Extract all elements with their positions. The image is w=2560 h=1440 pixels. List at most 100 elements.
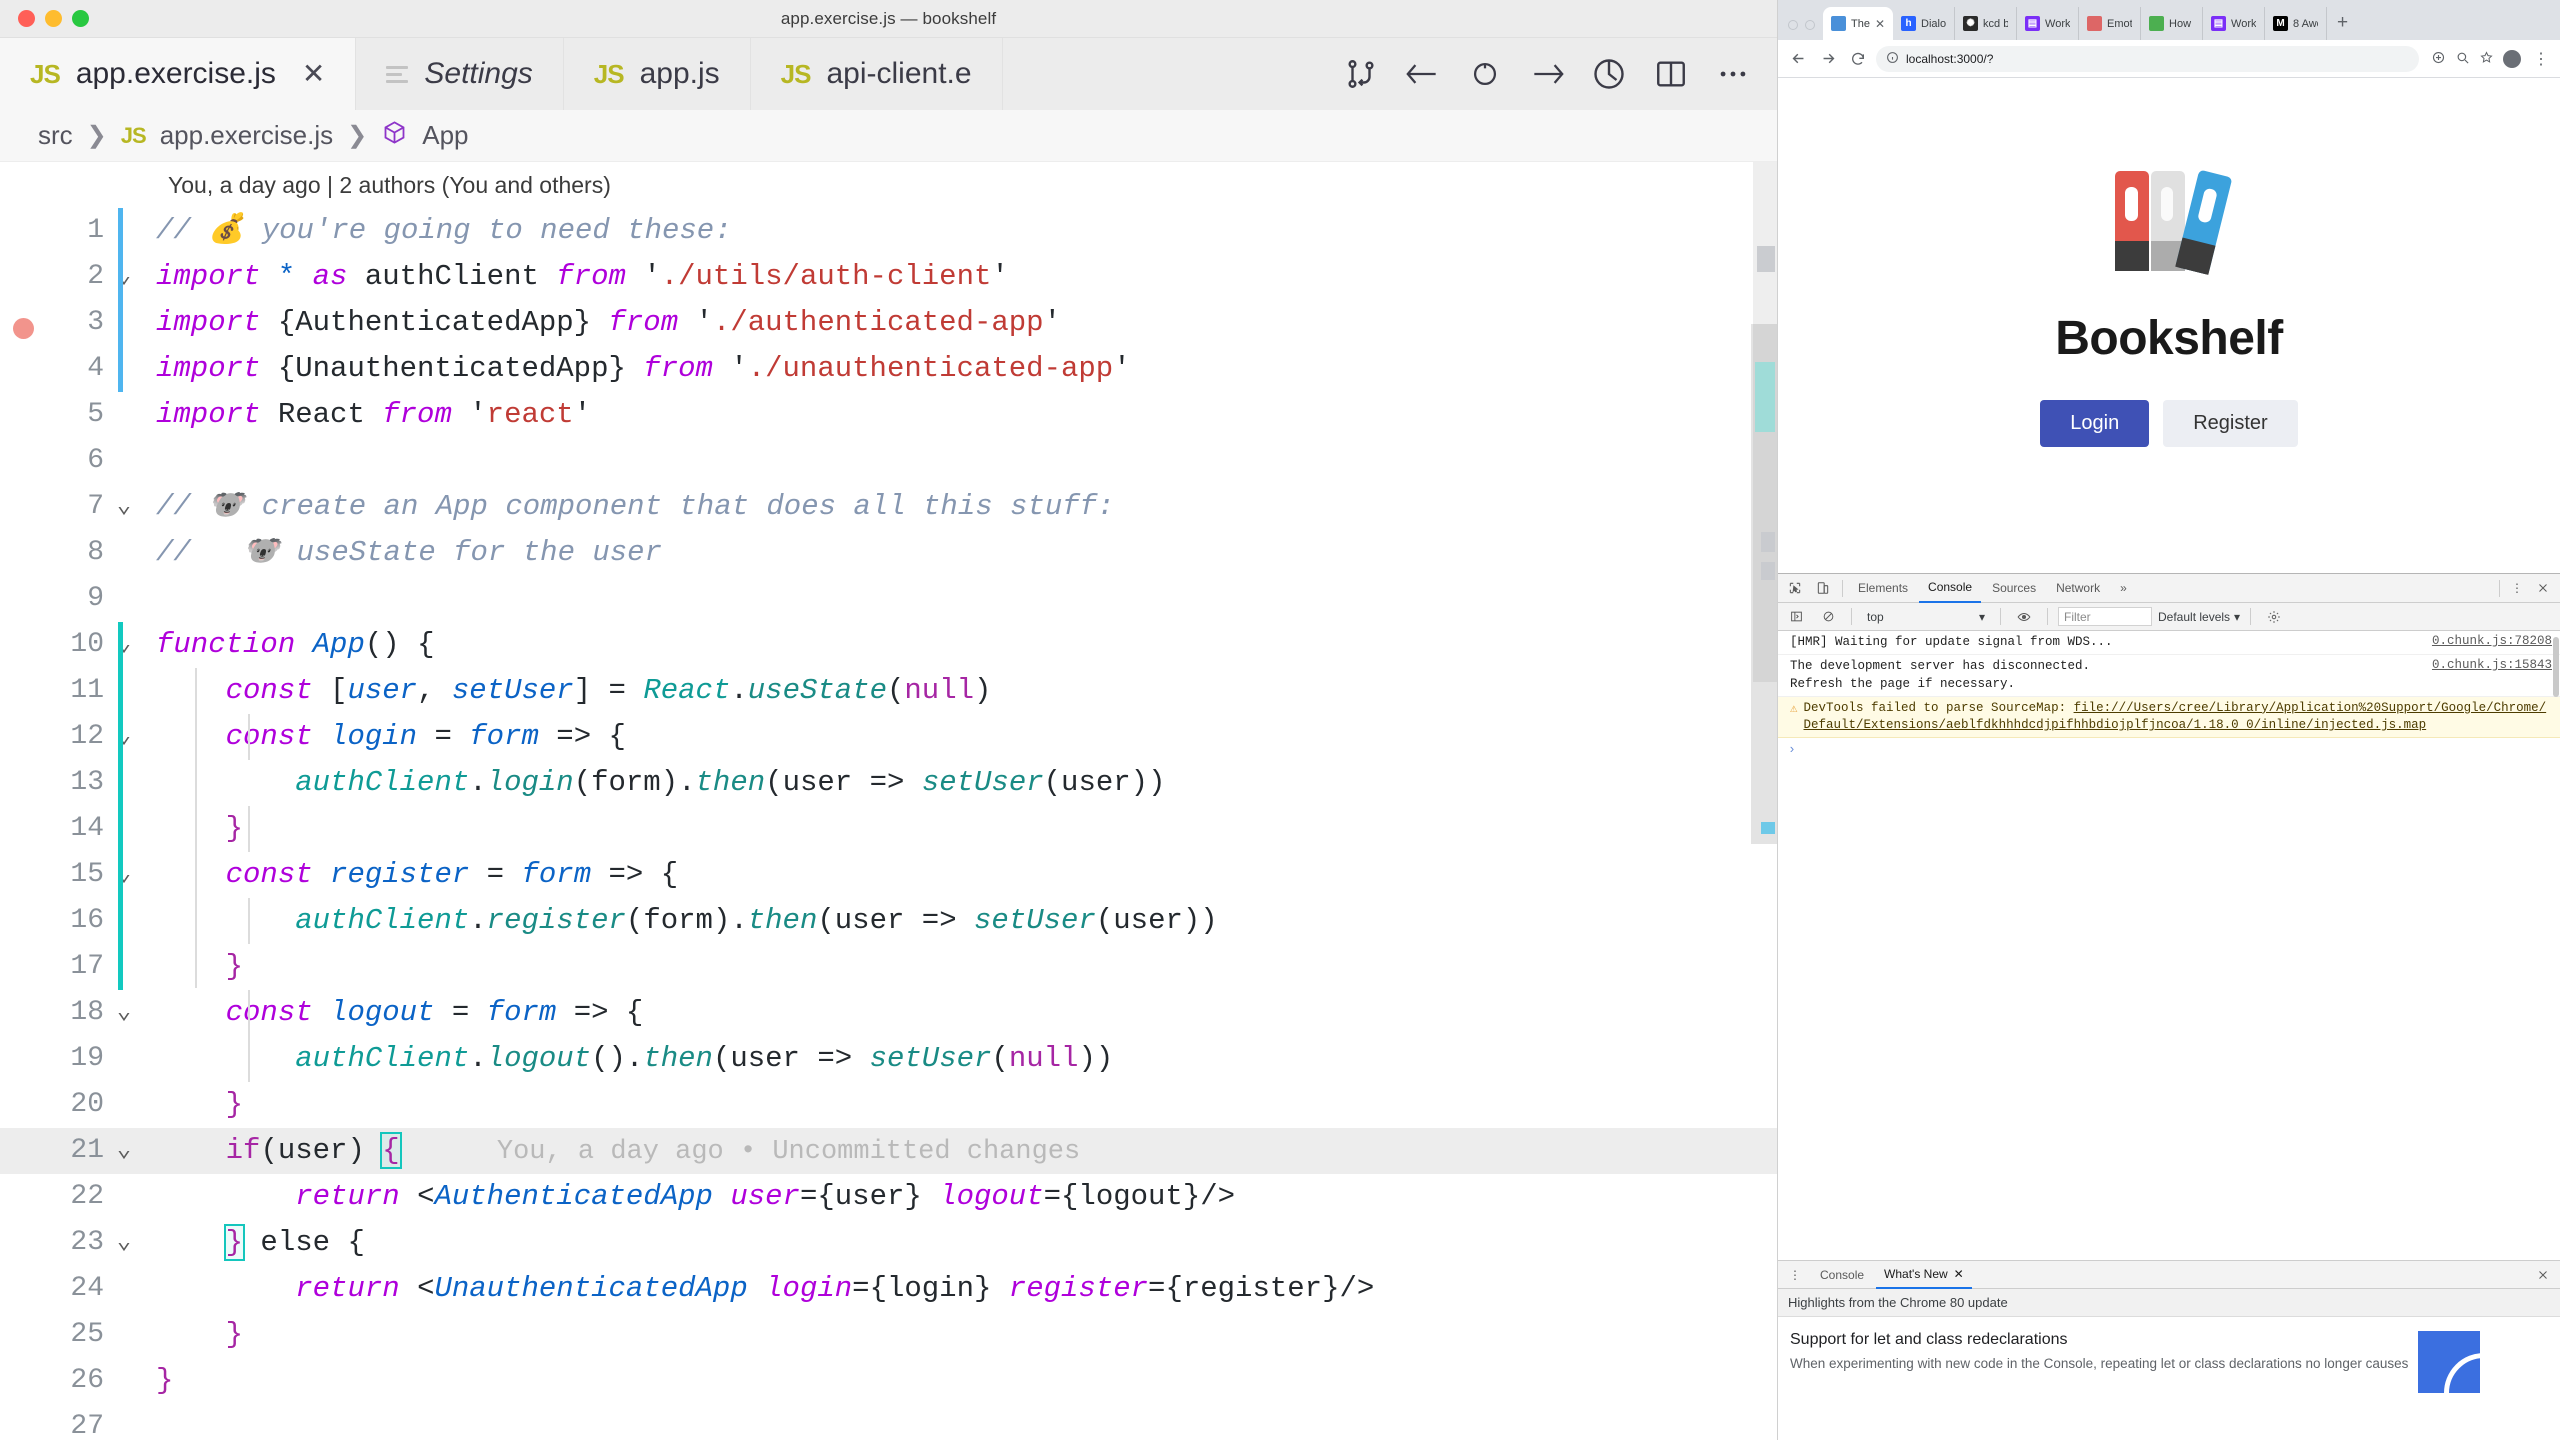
go-forward-icon[interactable]	[1519, 46, 1575, 102]
code-line[interactable]: 22 return <AuthenticatedApp user={user} …	[0, 1174, 1777, 1220]
chrome-menu-icon[interactable]: ⋮	[2530, 49, 2552, 69]
code-text[interactable]: import * as authClient from './utils/aut…	[144, 254, 1009, 300]
fold-chevron-icon[interactable]: ⌄	[104, 622, 144, 668]
code-line[interactable]: 5 import React from 'react'	[0, 392, 1777, 438]
code-text[interactable]: }	[144, 1312, 243, 1358]
fold-chevron-icon[interactable]: ⌄	[104, 852, 144, 898]
breadcrumb-item-symbol[interactable]: App	[422, 120, 468, 151]
code-lines[interactable]: 1// 💰 you're going to need these: 2 ⌄ impor…	[0, 208, 1777, 1440]
inspect-element-icon[interactable]	[1782, 575, 1808, 601]
code-text[interactable]: if(user) { You, a day ago • Uncommitted …	[144, 1128, 1080, 1175]
chrome-tab[interactable]: M 8 Awes	[2265, 7, 2328, 40]
drawer-tab-console[interactable]: Console	[1812, 1261, 1872, 1289]
code-text[interactable]: // 🐨 useState for the user	[144, 530, 662, 576]
code-text[interactable]: authClient.logout().then(user => setUser…	[144, 1036, 1113, 1082]
console-message-source[interactable]: 0.chunk.js:15843	[2424, 658, 2552, 693]
go-back-icon[interactable]	[1395, 46, 1451, 102]
drawer-tab-whats-new[interactable]: What's New ✕	[1876, 1261, 1972, 1289]
code-line[interactable]: 6	[0, 438, 1777, 484]
breadcrumb-item-file[interactable]: app.exercise.js	[160, 120, 333, 151]
chrome-tab[interactable]: How fa	[2141, 7, 2204, 40]
info-circle-icon[interactable]	[1886, 51, 1899, 67]
tab-app-js[interactable]: JS app.js	[564, 38, 751, 110]
circle-slash-icon[interactable]	[1457, 46, 1513, 102]
code-text[interactable]: authClient.register(form).then(user => s…	[144, 898, 1217, 944]
code-text[interactable]: }	[144, 1082, 243, 1128]
drawer-more-icon[interactable]: ⋮	[1782, 1262, 1808, 1288]
minimap-slider[interactable]	[1751, 324, 1777, 844]
reload-icon[interactable]	[1846, 47, 1870, 71]
login-button[interactable]: Login	[2040, 399, 2150, 447]
code-line[interactable]: 15 ⌄ const register = form => {	[0, 852, 1777, 898]
code-line[interactable]: 17 }	[0, 944, 1777, 990]
code-line[interactable]: 12 ⌄ const login = form => {	[0, 714, 1777, 760]
code-text[interactable]: }	[144, 1358, 173, 1404]
log-levels-select[interactable]: Default levels ▾	[2158, 610, 2240, 624]
close-icon[interactable]: ✕	[302, 60, 325, 88]
code-text[interactable]: // 🐨 create an App component that does a…	[144, 484, 1114, 530]
console-message-source[interactable]: 0.chunk.js:78208	[2424, 634, 2552, 651]
chrome-tab[interactable]: Emotio	[2079, 7, 2142, 40]
fold-chevron-icon[interactable]: ⌄	[104, 1220, 144, 1266]
code-line[interactable]: 25 }	[0, 1312, 1777, 1358]
code-line[interactable]: 1 // 💰 you're going to need these:	[0, 208, 1777, 254]
console-settings-icon[interactable]	[2261, 604, 2287, 630]
fold-chevron-icon[interactable]: ⌄	[104, 714, 144, 760]
code-line[interactable]: 21 ⌄ if(user) { You, a day ago • Uncommit…	[0, 1128, 1777, 1174]
code-line[interactable]: 16 authClient.register(form).then(user =…	[0, 898, 1777, 944]
execution-context-select[interactable]: top ▾	[1862, 610, 1990, 624]
live-expression-icon[interactable]	[2011, 604, 2037, 630]
code-line[interactable]: 11 const [user, setUser] = React.useStat…	[0, 668, 1777, 714]
console-filter-input[interactable]: Filter	[2058, 607, 2152, 626]
code-line[interactable]: 18 ⌄ const logout = form => {	[0, 990, 1777, 1036]
devtools-more-icon[interactable]: ⋮	[2504, 575, 2530, 601]
code-text[interactable]: // 💰 you're going to need these:	[144, 208, 732, 254]
code-text[interactable]: return <AuthenticatedApp user={user} log…	[144, 1174, 1235, 1220]
zoom-icon[interactable]	[2455, 50, 2470, 68]
add-to-desktop-icon[interactable]	[2431, 50, 2446, 68]
whats-new-item[interactable]: Support for let and class redeclarations…	[1778, 1317, 2560, 1393]
console-output[interactable]: [HMR] Waiting for update signal from WDS…	[1778, 631, 2560, 1260]
close-icon[interactable]: ✕	[1954, 1267, 1964, 1281]
more-tabs-icon[interactable]: »	[2111, 574, 2136, 603]
code-line[interactable]: 9	[0, 576, 1777, 622]
code-line[interactable]: 24 return <UnauthenticatedApp login={log…	[0, 1266, 1777, 1312]
new-tab-button[interactable]: +	[2327, 12, 2358, 40]
chrome-tab[interactable]: ▤ Works	[2203, 7, 2266, 40]
code-editor[interactable]: You, a day ago | 2 authors (You and othe…	[0, 162, 1777, 1440]
tab-elements[interactable]: Elements	[1849, 574, 1917, 603]
code-line[interactable]: 19 authClient.logout().then(user => setU…	[0, 1036, 1777, 1082]
code-line[interactable]: 23 ⌄ } else {	[0, 1220, 1777, 1266]
code-line[interactable]: 7 ⌄ // 🐨 create an App component that does…	[0, 484, 1777, 530]
code-line[interactable]: 13 authClient.login(form).then(user => s…	[0, 760, 1777, 806]
code-text[interactable]: import {UnauthenticatedApp} from './unau…	[144, 346, 1131, 392]
clear-console-icon[interactable]	[1815, 604, 1841, 630]
close-icon[interactable]: ✕	[1875, 17, 1885, 31]
source-control-compare-icon[interactable]	[1333, 46, 1389, 102]
code-line[interactable]: 10 ⌄ function App() {	[0, 622, 1777, 668]
code-text[interactable]: import {AuthenticatedApp} from './authen…	[144, 300, 1061, 346]
code-line[interactable]: 26}	[0, 1358, 1777, 1404]
code-text[interactable]: import React from 'react'	[144, 392, 591, 438]
console-scrollbar-thumb[interactable]	[2553, 637, 2559, 697]
tab-network[interactable]: Network	[2047, 574, 2109, 603]
console-prompt[interactable]: ›	[1778, 738, 2560, 761]
code-line[interactable]: 14 }	[0, 806, 1777, 852]
code-text[interactable]: const login = form => {	[144, 714, 626, 760]
code-line[interactable]: 20 }	[0, 1082, 1777, 1128]
back-arrow-icon[interactable]	[1786, 47, 1810, 71]
chrome-window-controls[interactable]	[1784, 20, 1823, 40]
code-text[interactable]: const [user, setUser] = React.useState(n…	[144, 668, 992, 714]
run-tests-icon[interactable]	[1581, 46, 1637, 102]
code-line[interactable]: 4 import {UnauthenticatedApp} from './una…	[0, 346, 1777, 392]
breakpoint-marker[interactable]	[0, 300, 46, 346]
code-text[interactable]: const register = form => {	[144, 852, 679, 898]
chrome-tab[interactable]: h Dialog	[1893, 7, 1956, 40]
chrome-tab[interactable]: The ✕	[1823, 7, 1894, 40]
code-line[interactable]: 2 ⌄ import * as authClient from './utils/a…	[0, 254, 1777, 300]
tab-sources[interactable]: Sources	[1983, 574, 2045, 603]
chrome-tab[interactable]: ✺ kcd bu	[1955, 7, 2018, 40]
code-line[interactable]: 3 import {AuthenticatedApp} from './authe…	[0, 300, 1777, 346]
console-scrollbar[interactable]	[2552, 631, 2560, 1260]
console-sidebar-icon[interactable]	[1783, 604, 1809, 630]
